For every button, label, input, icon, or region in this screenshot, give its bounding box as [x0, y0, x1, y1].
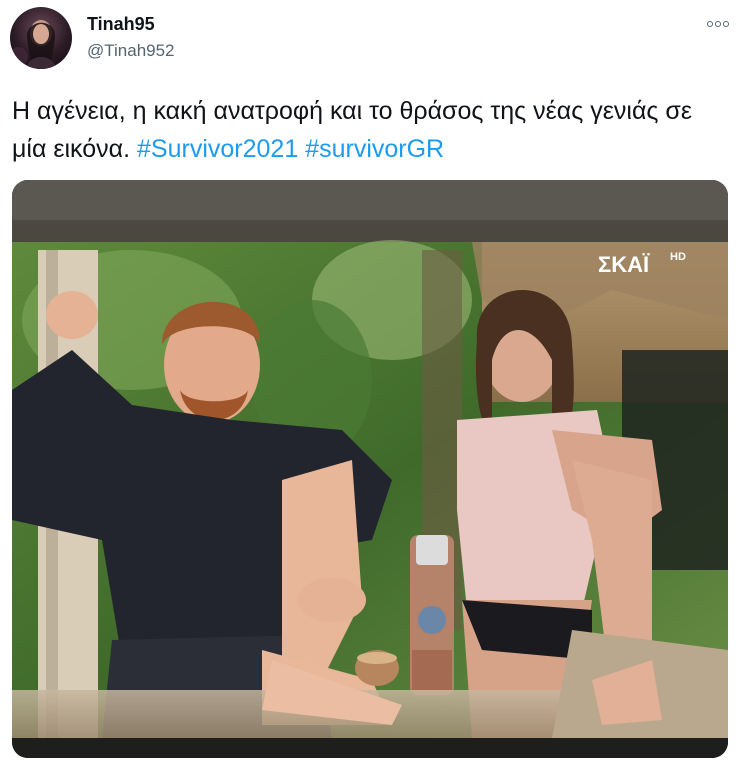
avatar[interactable]	[10, 7, 72, 69]
display-name[interactable]: Tinah95	[87, 14, 155, 35]
avatar-photo	[10, 20, 56, 69]
channel-logo-hd: HD	[670, 251, 686, 263]
tweet-text: Η αγένεια, η κακή ανατροφή και το θράσος…	[12, 92, 727, 168]
user-handle[interactable]: @Tinah952	[87, 41, 175, 61]
tweet-media[interactable]: ΣΚΑΪ HD	[12, 180, 728, 758]
hashtag-survivor2021[interactable]: #Survivor2021	[137, 135, 298, 163]
tweet: Tinah95 @Tinah952 Η αγένεια, η κακή ανατ…	[0, 0, 747, 768]
tv-picture	[12, 240, 728, 738]
tv-screen-photo: ΣΚΑΪ HD	[12, 180, 728, 758]
hashtag-survivorgr[interactable]: #survivorGR	[305, 135, 444, 163]
more-options-icon[interactable]	[702, 10, 734, 38]
channel-logo: ΣΚΑΪ	[598, 252, 650, 277]
